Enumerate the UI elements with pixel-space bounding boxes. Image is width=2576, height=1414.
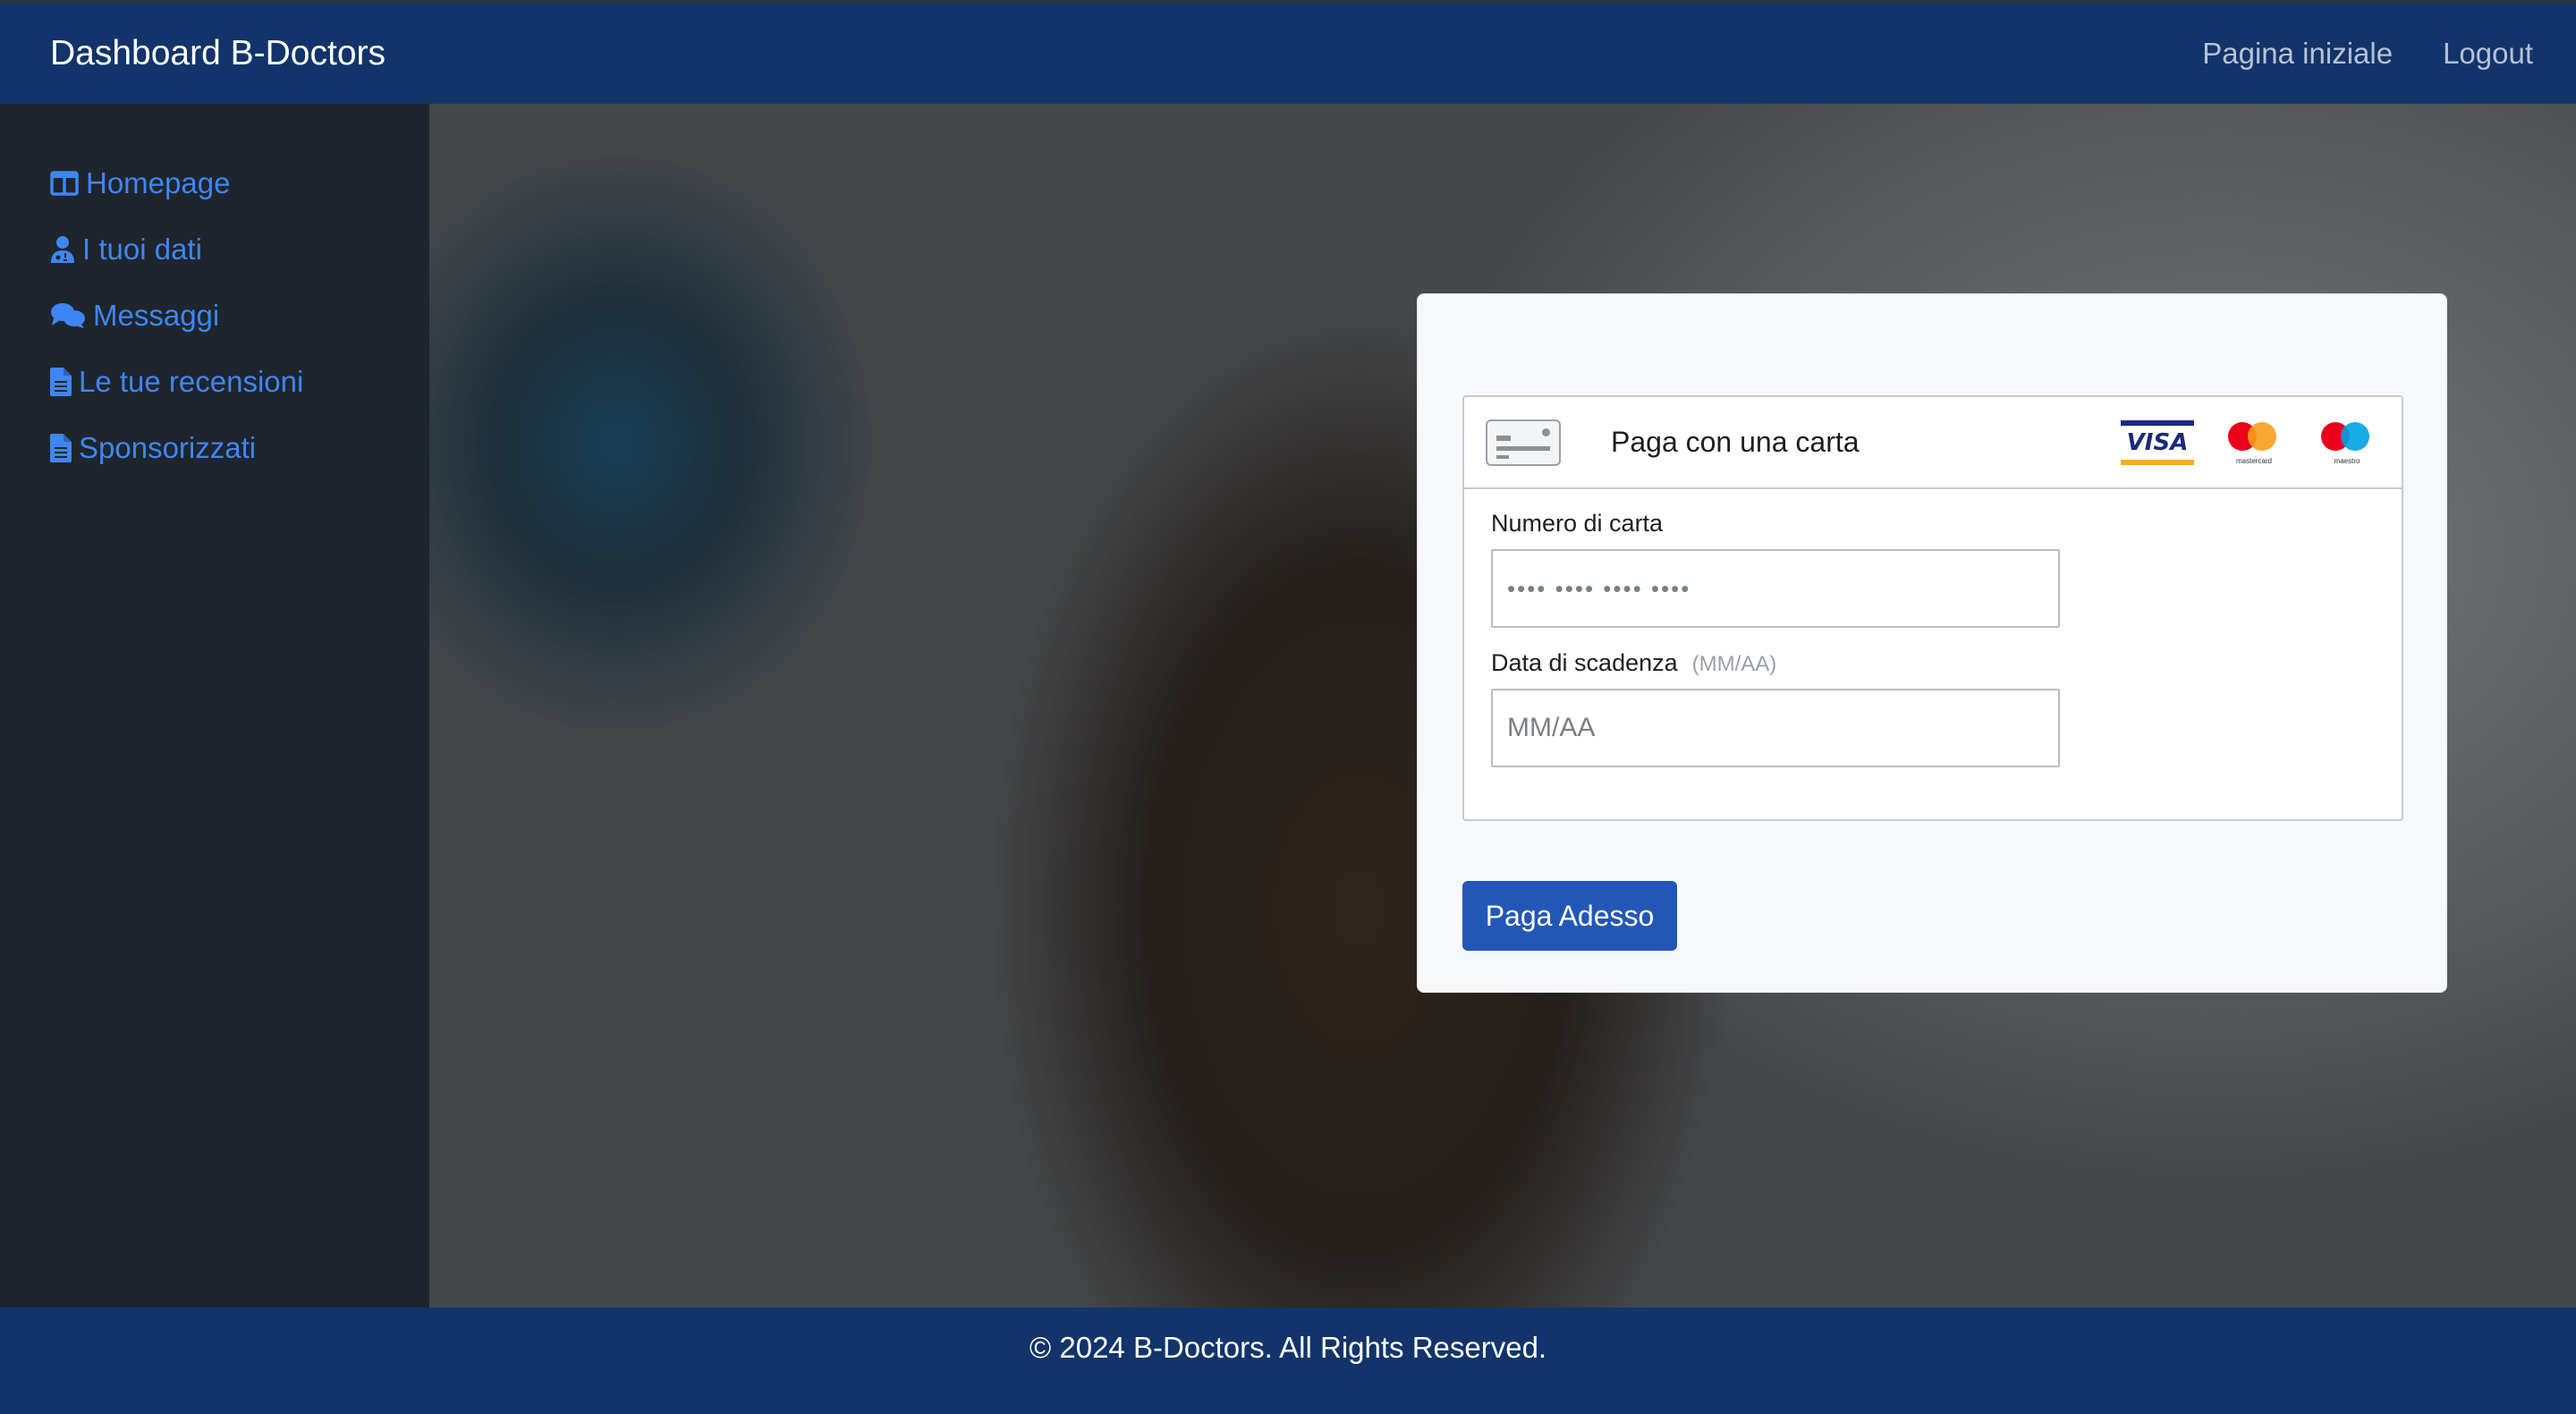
top-navbar: Dashboard B-Doctors Pagina iniziale Logo…	[0, 0, 2576, 104]
payment-card: Paga con una carta VISA mastercard maest…	[1417, 293, 2447, 993]
columns-icon	[50, 171, 79, 196]
comments-icon	[51, 303, 85, 328]
file-icon	[50, 434, 72, 462]
sidebar-item-label: I tuoi dati	[82, 233, 202, 266]
card-number-input[interactable]	[1491, 549, 2060, 628]
sidebar-item-label: Sponsorizzati	[79, 431, 257, 464]
user-doctor-icon	[51, 236, 74, 263]
main-content: Paga con una carta VISA mastercard maest…	[429, 104, 2576, 1308]
maestro-label: maestro	[2334, 456, 2360, 465]
sidebar-item-label: Homepage	[86, 166, 231, 199]
nav-link-home[interactable]: Pagina iniziale	[2202, 37, 2393, 71]
footer-copyright: © 2024 B-Doctors. All Rights Reserved.	[1029, 1331, 1547, 1364]
sidebar-item-label: Le tue recensioni	[79, 365, 304, 398]
brand-title[interactable]: Dashboard B-Doctors	[50, 34, 386, 73]
payment-title: Paga con una carta	[1611, 426, 1860, 458]
card-payment-form: Paga con una carta VISA mastercard maest…	[1462, 395, 2403, 821]
expiry-label: Data di scadenza (MM/AA)	[1491, 649, 1777, 676]
payment-header: Paga con una carta VISA mastercard maest…	[1464, 397, 2402, 489]
file-icon	[50, 368, 72, 396]
mastercard-logo: mastercard	[2221, 420, 2287, 465]
footer: © 2024 B-Doctors. All Rights Reserved.	[0, 1308, 2576, 1414]
expiry-input[interactable]	[1491, 689, 2060, 767]
nav-link-logout[interactable]: Logout	[2443, 37, 2533, 71]
expiry-hint: (MM/AA)	[1691, 652, 1777, 676]
card-number-label: Numero di carta	[1491, 510, 1664, 537]
top-nav-links: Pagina iniziale Logout	[2202, 37, 2533, 71]
visa-logo: VISA	[2121, 419, 2194, 465]
card-brands: VISA mastercard maestro	[2121, 419, 2380, 465]
sidebar: Homepage I tuoi dati Messaggi Le tue rec…	[0, 104, 429, 1308]
credit-card-icon	[1486, 419, 1561, 466]
pay-now-button[interactable]: Paga Adesso	[1462, 881, 1677, 951]
mastercard-label: mastercard	[2235, 456, 2272, 465]
sidebar-item-label: Messaggi	[93, 299, 220, 332]
maestro-logo: maestro	[2314, 420, 2380, 465]
